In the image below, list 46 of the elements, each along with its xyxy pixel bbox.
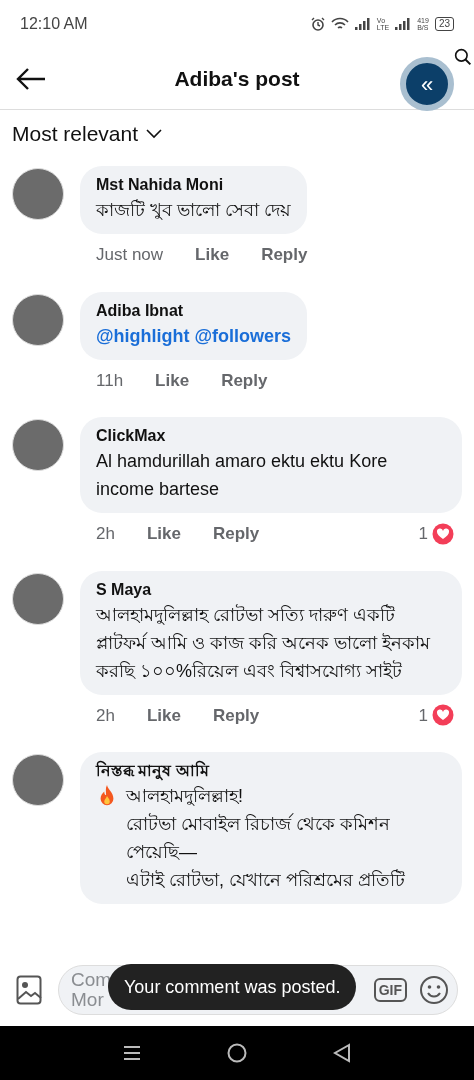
avatar[interactable] (12, 419, 64, 471)
field-placeholder: Mor (71, 990, 105, 1010)
home-icon[interactable] (227, 1043, 247, 1063)
wifi-icon (330, 17, 349, 31)
reply-button[interactable]: Reply (212, 702, 260, 728)
comment-text: কাজটি খুব ভালো সেবা দেয় (96, 198, 291, 222)
emoji-icon[interactable] (419, 975, 449, 1005)
reply-button[interactable]: Reply (261, 242, 308, 268)
comment-time: 2h (96, 523, 115, 545)
reaction-count: 1 (418, 523, 428, 545)
image-icon[interactable] (16, 975, 42, 1005)
avatar[interactable] (12, 168, 64, 220)
page-title: Adiba's post (174, 65, 300, 92)
comment-text: আলহামদুলিল্লাহ! রোটভা মোবাইল রিচার্জ থেকে কমিশন পেয়েছি— এটাই রোটভা, যেখানে পরিশ্রমের প্রতিটি (126, 785, 406, 892)
commenter-name[interactable]: ClickMax (96, 425, 446, 447)
comment-time: 11h (96, 369, 124, 392)
reply-button[interactable]: Reply (212, 521, 260, 547)
signal-icon (354, 18, 371, 30)
reply-button[interactable]: Reply (221, 367, 268, 393)
commenter-name[interactable]: S Maya (96, 578, 446, 601)
comment-time: Just now (96, 244, 164, 266)
commenter-name[interactable]: নিস্তব্ধ মানুষ আমি (96, 760, 446, 782)
like-button[interactable]: Like (195, 242, 230, 268)
menu-icon[interactable] (123, 1045, 141, 1061)
like-button[interactable]: Like (155, 367, 190, 393)
commenter-name[interactable]: Adiba Ibnat (96, 299, 292, 322)
search-icon[interactable] (454, 48, 472, 66)
commenter-name[interactable]: Mst Nahida Moni (96, 174, 291, 196)
chevron-down-icon (146, 129, 163, 139)
gif-icon[interactable]: GIF (373, 978, 407, 1002)
status-time: 12:10 AM (20, 14, 88, 34)
like-button[interactable]: Like (146, 521, 181, 547)
comment-text: আলহামদুলিল্লাহ রোটভা সত্যি দারুণ একটি প্লাটফর্ম আমি ও কাজ করি অনেক ভালো ইনকাম করছি ১০০%রিয়েল এবং বিশ্বাসযোগ্য সাইট (96, 603, 432, 683)
signal-icon (395, 18, 412, 30)
reaction-count: 1 (418, 704, 428, 727)
comment-time: 2h (96, 704, 115, 727)
back-arrow-icon[interactable] (16, 67, 46, 90)
back-icon[interactable] (333, 1043, 351, 1063)
comment-text: Al hamdurillah amaro ektu ektu Kore income bartese (96, 450, 389, 501)
floating-button[interactable]: « (400, 57, 454, 111)
alarm-icon (310, 17, 325, 31)
comment-text: @highlight @followers (96, 324, 292, 348)
sort-dropdown[interactable]: Most relevant (0, 110, 175, 158)
avatar[interactable] (12, 754, 64, 806)
like-button[interactable]: Like (146, 702, 181, 728)
battery-icon: 23 (434, 17, 454, 31)
